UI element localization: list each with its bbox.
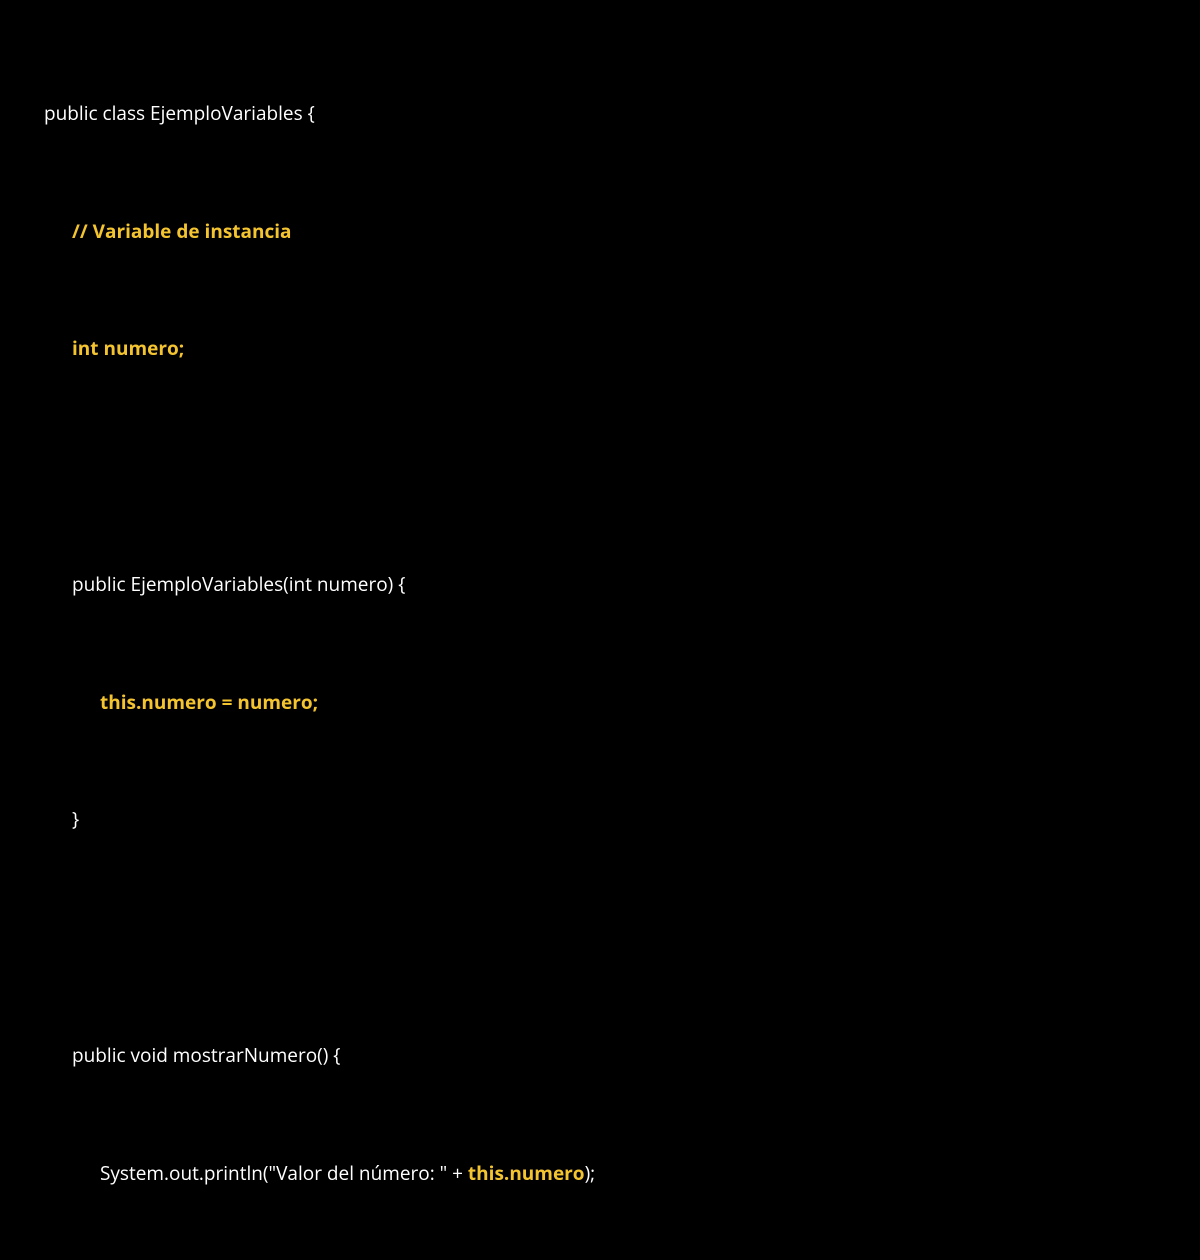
code-line: public void mostrarNumero() { (44, 1041, 1156, 1070)
code-text: System.out.println("Valor del número: " … (100, 1160, 468, 1186)
code-line: } (44, 805, 1156, 834)
blank-line (44, 452, 1156, 481)
code-line-highlight: this.numero = numero; (44, 688, 1156, 717)
code-line: System.out.println("Valor del número: " … (44, 1159, 1156, 1188)
code-line-highlight: // Variable de instancia (44, 217, 1156, 246)
java-code-snippet: public class EjemploVariables { // Varia… (44, 40, 1156, 1260)
code-line-highlight: int numero; (44, 334, 1156, 363)
blank-line (44, 923, 1156, 952)
code-line: public EjemploVariables(int numero) { (44, 570, 1156, 599)
code-line: public class EjemploVariables { (44, 99, 1156, 128)
code-text: ); (585, 1160, 596, 1186)
code-text-highlight: this.numero (468, 1160, 585, 1186)
